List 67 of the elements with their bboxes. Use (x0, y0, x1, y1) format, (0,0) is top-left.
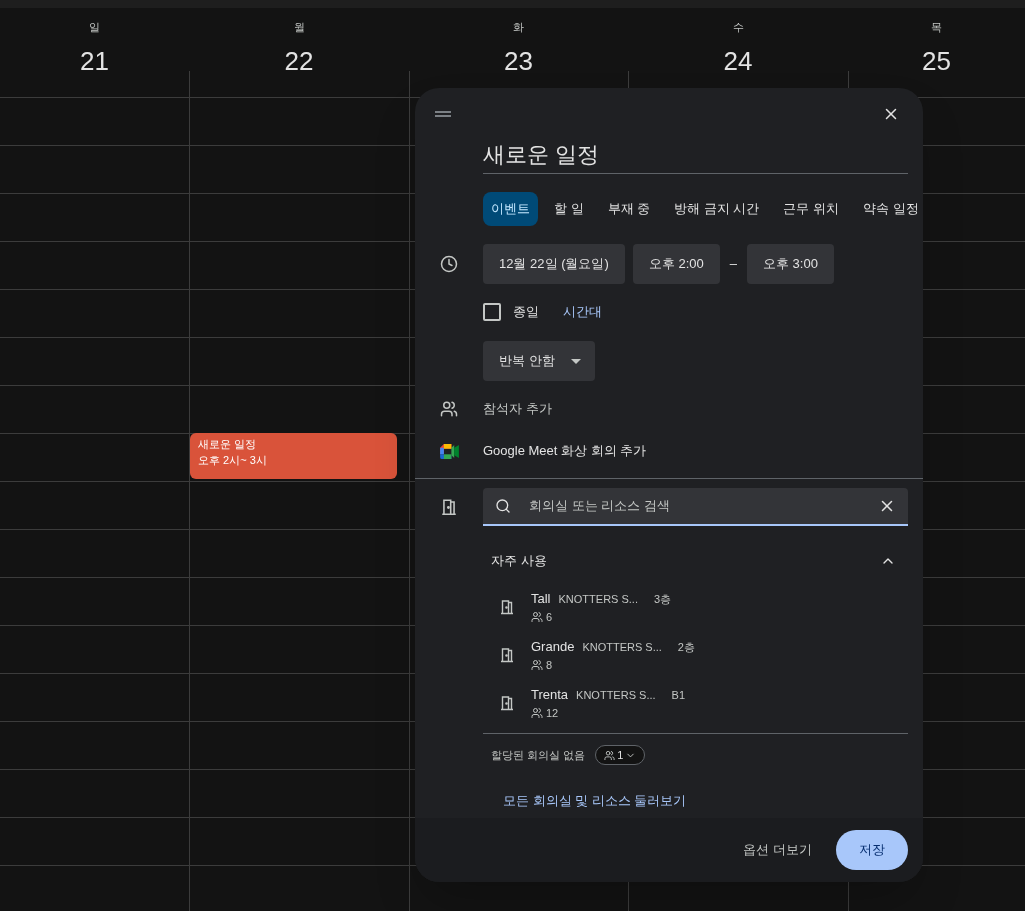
room-capacity: 8 (546, 657, 553, 673)
capacity-icon (531, 658, 543, 671)
event-time: 오후 2시~ 3시 (198, 453, 268, 468)
browse-rooms-link[interactable]: 모든 회의실 및 리소스 둘러보기 (503, 791, 908, 811)
event-type-tab[interactable]: 근무 위치 (775, 192, 848, 226)
search-icon (495, 498, 511, 514)
door-icon (499, 599, 515, 615)
event-type-tab[interactable]: 할 일 (546, 192, 592, 226)
frequent-section-header[interactable]: 자주 사용 (483, 543, 908, 579)
door-icon (499, 647, 515, 663)
room-item[interactable]: Trenta KNOTTERS S... B1 12 (483, 679, 908, 727)
event-type-tab[interactable]: 부재 중 (599, 192, 659, 226)
event-type-tab[interactable]: 방해 금지 시간 (666, 192, 768, 226)
room-item[interactable]: Tall KNOTTERS S... 3층 6 (483, 583, 908, 631)
date-number[interactable]: 21 (80, 41, 109, 81)
capacity-icon (531, 610, 543, 623)
door-icon (499, 695, 515, 711)
room-item[interactable]: Grande KNOTTERS S... 2층 8 (483, 631, 908, 679)
event-block[interactable]: 새로운 일정 오후 2시~ 3시 (190, 433, 397, 479)
clock-icon (440, 255, 458, 273)
room-building: KNOTTERS S... (582, 640, 662, 655)
room-capacity: 6 (546, 609, 553, 625)
door-icon (440, 498, 458, 516)
date-number[interactable]: 25 (922, 41, 951, 81)
weekday-label: 목 (931, 20, 942, 35)
room-name: Trenta (531, 686, 569, 704)
all-day-checkbox[interactable] (483, 303, 501, 321)
weekday-label: 월 (293, 20, 305, 35)
capacity-icon (531, 706, 543, 719)
drag-handle-icon[interactable] (435, 110, 451, 118)
end-time-button[interactable]: 오후 3:00 (746, 244, 834, 284)
date-number[interactable]: 23 (504, 41, 533, 81)
date-button[interactable]: 12월 22일 (월요일) (483, 244, 625, 284)
date-number[interactable]: 22 (284, 41, 314, 81)
add-guests-field[interactable]: 참석자 추가 (483, 399, 552, 419)
room-floor: 3층 (654, 592, 672, 607)
room-search-bar[interactable]: 회의실 또는 리소스 검색 (483, 488, 908, 526)
video-camera-logo-icon (439, 443, 459, 459)
people-icon (604, 749, 616, 761)
more-options-button[interactable]: 옵션 더보기 (739, 830, 816, 870)
weekday-label: 화 (513, 20, 524, 35)
timezone-link[interactable]: 시간대 (563, 302, 602, 322)
room-name: Grande (531, 638, 575, 656)
title-field[interactable]: 새로운 일정 (483, 138, 908, 174)
repeat-dropdown[interactable]: 반복 안함 (483, 341, 595, 381)
event-type-tab[interactable]: 이벤트 (483, 192, 538, 226)
weekday-label: 일 (89, 20, 100, 35)
room-building: KNOTTERS S... (576, 688, 656, 703)
event-type-tab[interactable]: 약속 일정 (855, 192, 923, 226)
room-capacity: 12 (546, 705, 559, 721)
time-separator: – (729, 255, 737, 274)
no-room-label: 할당된 회의실 없음 (491, 747, 586, 763)
meet-link[interactable]: Google Meet 화상 회의 추가 (483, 441, 647, 461)
room-building: KNOTTERS S... (558, 592, 638, 607)
room-floor: B1 (671, 688, 686, 703)
people-icon (440, 400, 458, 418)
guest-count-chip[interactable]: 1 (595, 745, 646, 765)
dropdown-arrow-icon (570, 358, 581, 364)
save-button[interactable]: 저장 (836, 830, 908, 870)
all-day-label: 종일 (513, 303, 539, 322)
room-floor: 2층 (677, 640, 695, 655)
start-time-button[interactable]: 오후 2:00 (632, 244, 720, 284)
room-search-field[interactable]: 회의실 또는 리소스 검색 (529, 496, 878, 516)
date-number[interactable]: 24 (723, 41, 753, 81)
room-name: Tall (531, 590, 551, 608)
event-title: 새로운 일정 (198, 437, 258, 452)
weekday-label: 수 (732, 20, 744, 35)
